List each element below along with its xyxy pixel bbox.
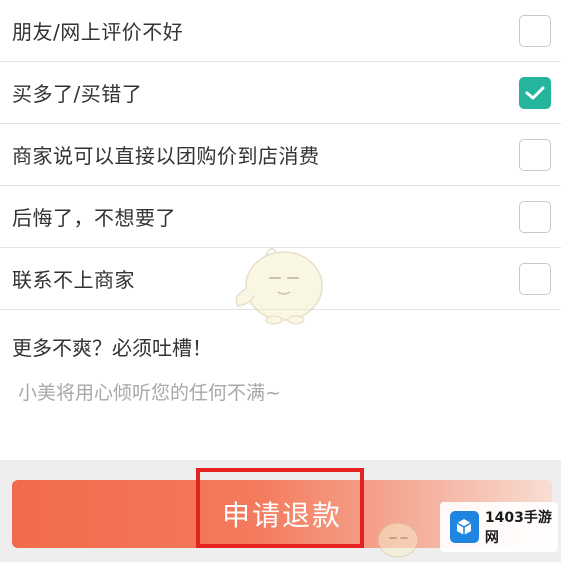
reason-item-cannot-contact[interactable]: 联系不上商家 <box>0 248 561 310</box>
reason-item-merchant-direct-price[interactable]: 商家说可以直接以团购价到店消费 <box>0 124 561 186</box>
site-name: 1403手游网 <box>484 510 552 546</box>
reason-checkbox[interactable] <box>519 138 551 171</box>
more-complaints-title: 更多不爽？必须吐槽！ <box>12 336 212 360</box>
reason-item-regret[interactable]: 后悔了，不想要了 <box>0 186 561 248</box>
reason-label: 朋友/网上评价不好 <box>12 20 184 44</box>
reason-label: 联系不上商家 <box>12 268 135 292</box>
reason-list: 朋友/网上评价不好 买多了/买错了 商家说可以直接以团购价到店消费 后悔了，不想… <box>0 0 561 310</box>
reason-checkbox[interactable] <box>519 262 551 295</box>
site-watermark-logo: 1403手游网 <box>440 502 558 552</box>
reason-item-bad-reviews[interactable]: 朋友/网上评价不好 <box>0 0 561 62</box>
check-icon <box>525 86 545 99</box>
complaint-textarea[interactable] <box>12 378 547 448</box>
reason-label: 后悔了，不想要了 <box>12 206 176 230</box>
cube-logo-icon <box>450 511 479 543</box>
refund-reason-page: 朋友/网上评价不好 买多了/买错了 商家说可以直接以团购价到店消费 后悔了，不想… <box>0 0 561 562</box>
reason-item-bought-wrong[interactable]: 买多了/买错了 <box>0 62 561 124</box>
reason-checkbox[interactable] <box>519 76 551 109</box>
reason-label: 商家说可以直接以团购价到店消费 <box>12 144 320 168</box>
reason-label: 买多了/买错了 <box>12 82 143 106</box>
reason-checkbox[interactable] <box>519 200 551 233</box>
reason-checkbox[interactable] <box>519 14 551 47</box>
